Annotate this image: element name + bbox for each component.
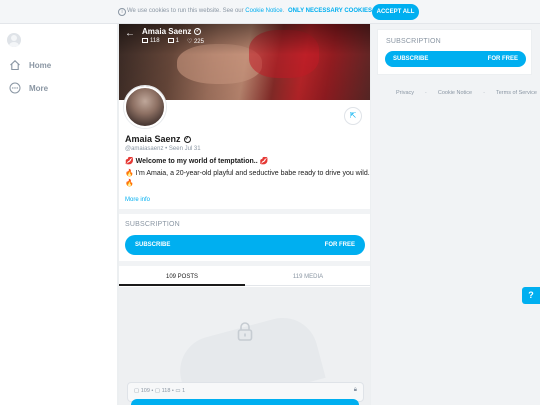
- likes-count-value: 225: [193, 39, 204, 45]
- divider: [119, 261, 370, 266]
- tab-posts[interactable]: 109 POSTS: [119, 268, 245, 286]
- profile-handle: @amaiasaenz: [125, 146, 164, 152]
- subscribe-button[interactable]: SUBSCRIBE FOR FREE: [125, 235, 365, 255]
- only-necessary-cookies-button[interactable]: ONLY NECESSARY COOKIES: [288, 8, 372, 14]
- accept-all-button[interactable]: ACCEPT ALL: [372, 4, 419, 20]
- subscription-title: SUBSCRIPTION: [386, 38, 441, 45]
- cover-stats: 118 1 ♡ 225: [142, 38, 204, 45]
- last-seen: Seen Jul 31: [168, 146, 201, 152]
- divider: [119, 209, 370, 214]
- cookie-message: We use cookies to run this website. See …: [127, 8, 284, 14]
- info-icon: i: [118, 8, 126, 16]
- share-icon: ⇱: [349, 111, 357, 120]
- help-button[interactable]: ?: [522, 287, 540, 304]
- cookie-notice-footer-link[interactable]: Cookie Notice: [438, 90, 472, 96]
- share-button[interactable]: ⇱: [344, 107, 362, 125]
- terms-link[interactable]: Terms of Service: [496, 90, 537, 96]
- home-icon: [10, 60, 20, 71]
- profile-tabs: 109 POSTS 119 MEDIA: [119, 268, 370, 286]
- separator: ·: [425, 90, 427, 96]
- subscribe-price: FOR FREE: [487, 56, 518, 62]
- cookie-message-text: We use cookies to run this website. See …: [127, 8, 244, 14]
- profile-column: ← Amaia Saenz ✓ 118 1 ♡ 225 ⇱ Amaia Saen…: [118, 24, 371, 405]
- photos-count: 118: [142, 38, 160, 45]
- sidebar-item-more[interactable]: More: [9, 82, 48, 94]
- bio-line-2: 🔥 I'm Amaia, a 20-year-old playful and s…: [125, 170, 370, 177]
- subscribe-price: FOR FREE: [324, 242, 355, 248]
- verified-icon: ✓: [194, 28, 202, 35]
- user-avatar[interactable]: [7, 33, 21, 47]
- heart-icon: ♡: [186, 39, 194, 45]
- profile-handle-line: @amaiasaenz • Seen Jul 31: [125, 146, 201, 152]
- tab-media[interactable]: 119 MEDIA: [245, 268, 370, 286]
- right-subscription-card: SUBSCRIPTION SUBSCRIBE FOR FREE: [377, 29, 532, 75]
- subscribe-label: SUBSCRIBE: [135, 242, 171, 248]
- cover-header: Amaia Saenz ✓: [142, 27, 202, 36]
- sidebar-item-label: Home: [29, 60, 52, 70]
- left-sidebar: Home More: [0, 24, 118, 405]
- profile-avatar[interactable]: [124, 86, 166, 128]
- image-icon: [142, 38, 148, 43]
- help-icon: ?: [528, 290, 534, 300]
- privacy-link[interactable]: Privacy: [396, 90, 414, 96]
- verified-icon: ✓: [183, 135, 191, 143]
- lock-icon: [237, 322, 253, 341]
- separator: •: [165, 146, 168, 152]
- bio-line-1: 💋 Welcome to my world of temptation.. 💋: [125, 158, 269, 165]
- video-icon: [167, 38, 174, 43]
- cover-name: Amaia Saenz: [142, 27, 192, 36]
- back-arrow-icon[interactable]: ←: [125, 29, 135, 39]
- profile-name: Amaia Saenz ✓: [125, 134, 191, 144]
- sidebar-item-label: More: [29, 83, 49, 93]
- locked-post: ▢ 109 • ▢ 118 • ▭ 1 🔒︎: [119, 287, 370, 405]
- bio-line-3: 🔥: [125, 180, 134, 187]
- subscription-title: SUBSCRIPTION: [125, 221, 180, 228]
- cookie-message-suffix: .: [282, 8, 285, 14]
- more-info-link[interactable]: More info: [125, 197, 150, 203]
- likes-count: ♡ 225: [187, 38, 204, 45]
- photos-count-value: 118: [150, 38, 160, 44]
- subscribe-label: SUBSCRIBE: [393, 56, 429, 62]
- unlock-button[interactable]: [131, 399, 359, 405]
- videos-count: 1: [167, 38, 179, 45]
- cover-image: ← Amaia Saenz ✓ 118 1 ♡ 225: [119, 24, 370, 100]
- cookie-bar: i We use cookies to run this website. Se…: [0, 0, 540, 24]
- sidebar-item-home[interactable]: Home: [9, 59, 51, 71]
- separator: ·: [483, 90, 485, 96]
- small-lock-icon: 🔒︎: [353, 387, 357, 393]
- footer-links: Privacy · Cookie Notice · Terms of Servi…: [396, 90, 537, 96]
- more-icon: [9, 82, 21, 94]
- profile-name-text: Amaia Saenz: [125, 134, 181, 144]
- videos-count-value: 1: [175, 38, 179, 44]
- subscribe-button-sidebar[interactable]: SUBSCRIBE FOR FREE: [385, 51, 526, 67]
- locked-post-counts: ▢ 109 • ▢ 118 • ▭ 1: [134, 388, 186, 394]
- cookie-notice-link[interactable]: Cookie Notice: [245, 8, 282, 14]
